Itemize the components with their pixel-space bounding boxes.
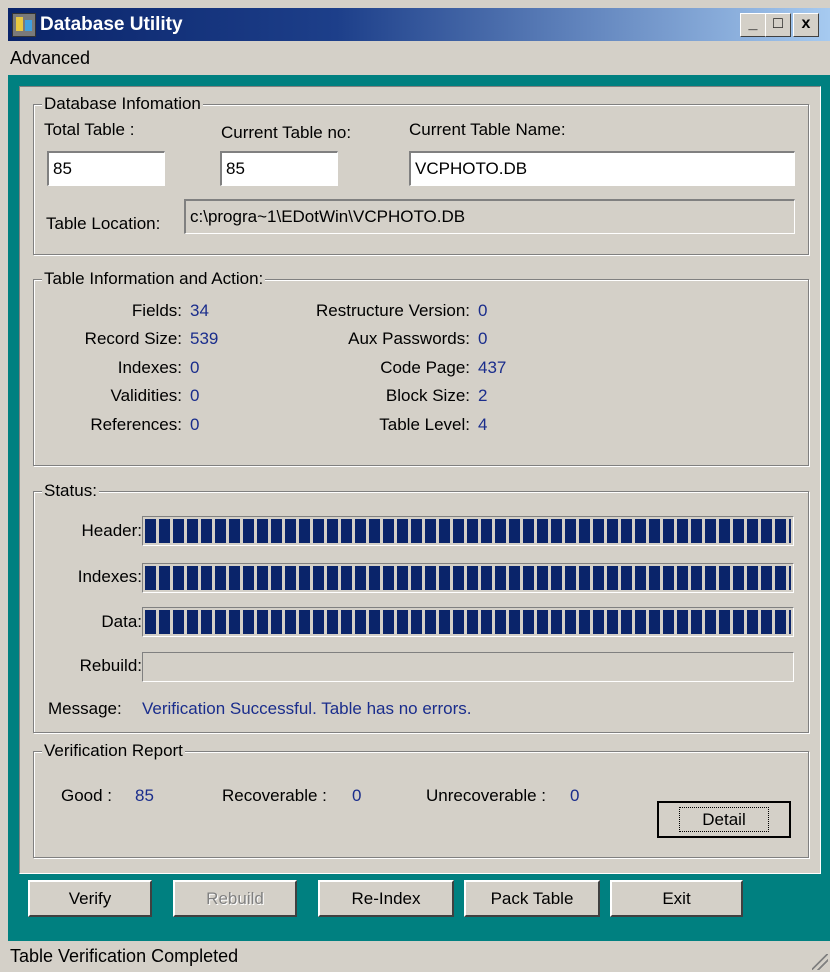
table-level-label: Table Level: — [379, 415, 470, 434]
database-utility-window: Database Utility _ □ x Advanced Database… — [0, 0, 830, 972]
table-information-group: Table Information and Action: Fields: 34… — [33, 269, 809, 466]
data-progress-bar — [142, 607, 794, 637]
current-table-name-label: Current Table Name: — [409, 120, 566, 139]
restructure-version-value: 0 — [478, 301, 488, 320]
header-progress-bar — [142, 516, 794, 546]
indexes-status-label: Indexes: — [77, 567, 142, 586]
rebuild-label: Rebuild: — [79, 656, 142, 675]
header-progress-fill — [145, 519, 791, 543]
current-table-name-field[interactable]: VCPHOTO.DB — [409, 151, 795, 186]
data-label: Data: — [101, 612, 142, 631]
aux-passwords-label: Aux Passwords: — [348, 329, 470, 348]
indexes-progress-fill — [145, 566, 791, 590]
menu-bar: Advanced — [8, 41, 830, 75]
app-icon[interactable] — [12, 13, 36, 37]
pack-table-button[interactable]: Pack Table — [464, 880, 600, 917]
indexes-label: Indexes: — [117, 358, 182, 377]
title-bar[interactable]: Database Utility _ □ x — [8, 8, 830, 41]
fields-value: 34 — [190, 301, 209, 320]
record-size-label: Record Size: — [84, 329, 182, 348]
current-table-no-field[interactable]: 85 — [220, 151, 338, 186]
good-label: Good : — [61, 786, 113, 805]
references-value: 0 — [190, 415, 200, 434]
block-size-value: 2 — [478, 386, 488, 405]
group-title-table-information: Table Information and Action: — [42, 269, 266, 289]
rebuild-progress-bar — [142, 652, 794, 682]
good-value: 85 — [135, 786, 154, 805]
window-title: Database Utility — [40, 14, 183, 35]
detail-button-label: Detail — [679, 807, 769, 832]
data-progress-fill — [145, 610, 791, 634]
header-label: Header: — [81, 521, 142, 540]
current-table-no-label: Current Table no: — [221, 123, 352, 142]
recoverable-value: 0 — [352, 786, 362, 805]
recoverable-label: Recoverable : — [222, 786, 327, 805]
message-value: Verification Successful. Table has no er… — [142, 699, 472, 718]
verify-button[interactable]: Verify — [28, 880, 152, 917]
code-page-label: Code Page: — [380, 358, 470, 377]
record-size-value: 539 — [190, 329, 219, 348]
group-title-status: Status: — [42, 481, 99, 501]
table-location-field[interactable]: c:\progra~1\EDotWin\VCPHOTO.DB — [184, 199, 795, 234]
unrecoverable-label: Unrecoverable : — [426, 786, 547, 805]
message-label: Message: — [48, 699, 122, 718]
reindex-button[interactable]: Re-Index — [318, 880, 454, 917]
table-location-label: Table Location: — [46, 214, 161, 233]
restructure-version-label: Restructure Version: — [315, 301, 470, 320]
verification-report-group: Verification Report Good : 85 Recoverabl… — [33, 741, 809, 858]
indexes-progress-bar — [142, 563, 794, 593]
unrecoverable-value: 0 — [570, 786, 580, 805]
code-page-value: 437 — [478, 358, 507, 377]
resize-grip-icon[interactable] — [812, 954, 828, 970]
database-information-group: Database Infomation Total Table : Curren… — [33, 94, 809, 255]
status-bar: Table Verification Completed — [8, 941, 830, 972]
menu-advanced-label: Advanced — [10, 48, 91, 68]
close-button[interactable]: x — [793, 13, 819, 37]
indexes-value: 0 — [190, 358, 200, 377]
menu-advanced[interactable]: Advanced — [10, 48, 90, 69]
aux-passwords-value: 0 — [478, 329, 488, 348]
references-label: References: — [90, 415, 182, 434]
group-title-verification-report: Verification Report — [42, 741, 185, 761]
status-group: Status: Header: Indexes: Data: Rebuild: … — [33, 481, 809, 733]
fields-label: Fields: — [131, 301, 182, 320]
validities-value: 0 — [190, 386, 200, 405]
main-panel: Database Infomation Total Table : Curren… — [19, 86, 821, 874]
total-table-field[interactable]: 85 — [47, 151, 165, 186]
exit-button[interactable]: Exit — [610, 880, 743, 917]
group-title-database-information: Database Infomation — [42, 94, 203, 114]
validities-label: Validities: — [110, 386, 183, 405]
maximize-button[interactable]: □ — [765, 13, 791, 37]
table-level-value: 4 — [478, 415, 488, 434]
rebuild-button[interactable]: Rebuild — [173, 880, 297, 917]
status-bar-text: Table Verification Completed — [10, 946, 239, 966]
detail-button[interactable]: Detail — [657, 801, 791, 838]
block-size-label: Block Size: — [385, 386, 470, 405]
total-table-label: Total Table : — [44, 120, 135, 139]
minimize-button[interactable]: _ — [740, 13, 766, 37]
